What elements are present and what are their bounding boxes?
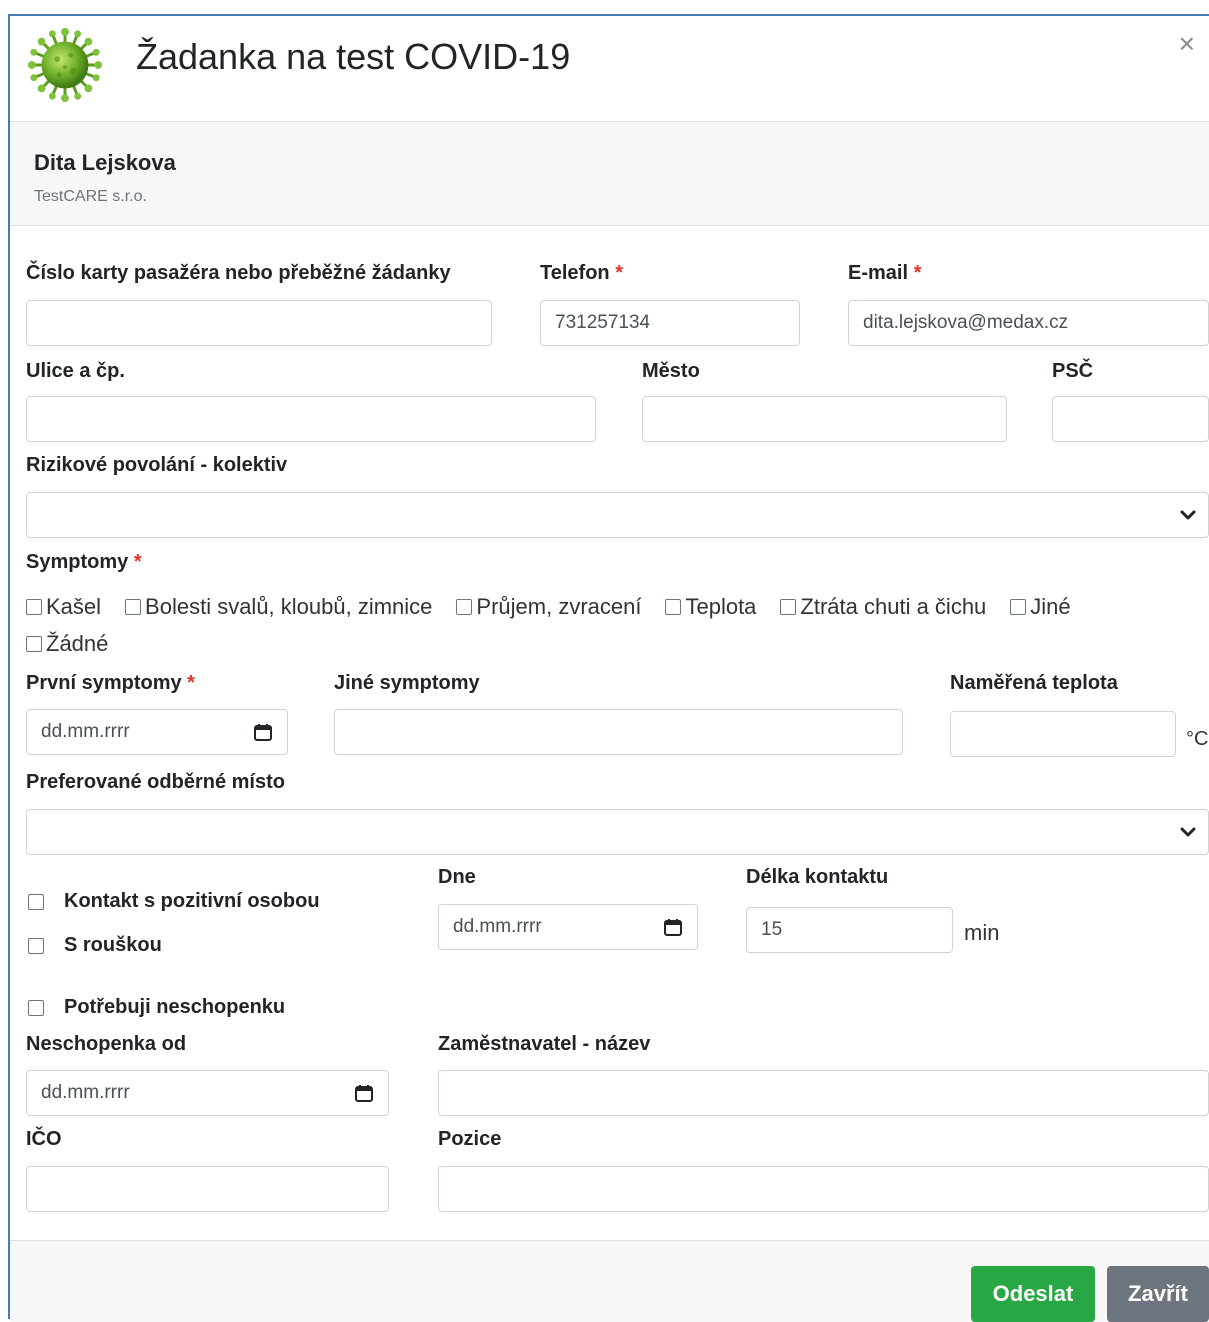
- close-icon[interactable]: ×: [1179, 30, 1195, 58]
- measured-temp-input[interactable]: [950, 711, 1176, 757]
- submit-button[interactable]: Odeslat: [971, 1266, 1095, 1322]
- pref-place-select[interactable]: [26, 809, 1209, 855]
- street-input[interactable]: [26, 396, 596, 442]
- employer-input[interactable]: [438, 1070, 1209, 1116]
- sick-leave-need-row[interactable]: Potřebuji neschopenku: [28, 996, 285, 1019]
- position-input[interactable]: [438, 1166, 1209, 1212]
- phone-label: Telefon *: [540, 262, 623, 284]
- with-mask-row[interactable]: S rouškou: [28, 934, 162, 957]
- email-input[interactable]: [848, 300, 1209, 346]
- contact-length-unit: min: [964, 920, 1000, 945]
- first-symptoms-label: První symptomy *: [26, 672, 195, 694]
- card-number-label: Číslo karty pasažéra nebo přeběžné žádan…: [26, 262, 451, 284]
- other-symptoms-label: Jiné symptomy: [334, 672, 480, 694]
- symptoms-options-row2: Žádné: [26, 631, 132, 657]
- date-placeholder: dd.mm.rrrr: [41, 721, 130, 742]
- card-number-input[interactable]: [26, 300, 492, 346]
- with-mask-label: S rouškou: [64, 934, 162, 956]
- symptoms-label: Symptomy *: [26, 551, 142, 573]
- chevron-down-icon: [1180, 510, 1196, 520]
- pref-place-label: Preferované odběrné místo: [26, 771, 285, 793]
- symptom-checkbox-other[interactable]: Jiné: [1010, 594, 1071, 620]
- city-input[interactable]: [642, 396, 1007, 442]
- patient-name: Dita Lejskova: [34, 150, 176, 175]
- first-symptoms-date[interactable]: dd.mm.rrrr: [26, 709, 288, 755]
- symptom-checkbox-none[interactable]: Žádné: [26, 631, 108, 657]
- patient-company: TestCARE s.r.o.: [34, 188, 147, 205]
- modal-title: Žadanka na test COVID-19: [136, 36, 571, 77]
- symptom-checkbox-diarrhea[interactable]: Průjem, zvracení: [456, 594, 641, 620]
- risk-job-select[interactable]: [26, 492, 1209, 538]
- risk-job-label: Rizikové povolání - kolektiv: [26, 454, 288, 476]
- sick-leave-from-label: Neschopenka od: [26, 1033, 187, 1055]
- virus-icon: [27, 27, 103, 103]
- date-placeholder: dd.mm.rrrr: [41, 1082, 130, 1103]
- zip-label: PSČ: [1052, 360, 1094, 382]
- measured-temp-label: Naměřená teplota: [950, 672, 1118, 694]
- sick-leave-from-date[interactable]: dd.mm.rrrr: [26, 1070, 389, 1116]
- contact-date-input[interactable]: dd.mm.rrrr: [438, 904, 698, 950]
- contact-date-label: Dne: [438, 866, 476, 888]
- phone-input[interactable]: [540, 300, 800, 346]
- ico-label: IČO: [26, 1128, 62, 1150]
- contact-positive-label: Kontakt s pozitivní osobou: [64, 890, 320, 912]
- contact-positive-checkbox[interactable]: [28, 893, 44, 910]
- email-label: E-mail *: [848, 262, 922, 284]
- modal-header: Žadanka na test COVID-19 ×: [10, 16, 1209, 122]
- covid-test-modal: Žadanka na test COVID-19 × Dita Lejskova…: [8, 14, 1209, 1322]
- contact-length-input[interactable]: [746, 907, 953, 953]
- date-placeholder: dd.mm.rrrr: [453, 916, 542, 937]
- contact-length-label: Délka kontaktu: [746, 866, 889, 888]
- position-label: Pozice: [438, 1128, 502, 1150]
- ico-input[interactable]: [26, 1166, 389, 1212]
- contact-positive-row[interactable]: Kontakt s pozitivní osobou: [28, 890, 320, 913]
- calendar-icon[interactable]: [663, 917, 683, 937]
- employer-label: Zaměstnavatel - název: [438, 1033, 651, 1055]
- calendar-icon[interactable]: [354, 1083, 374, 1103]
- symptom-checkbox-taste-smell[interactable]: Ztráta chuti a čichu: [780, 594, 986, 620]
- calendar-icon[interactable]: [253, 722, 273, 742]
- symptoms-options: Kašel Bolesti svalů, kloubů, zimnice Prů…: [26, 594, 1095, 620]
- symptom-checkbox-pain[interactable]: Bolesti svalů, kloubů, zimnice: [125, 594, 432, 620]
- sick-leave-need-label: Potřebuji neschopenku: [64, 996, 286, 1018]
- patient-panel: Dita Lejskova TestCARE s.r.o.: [10, 122, 1209, 226]
- symptom-checkbox-cough[interactable]: Kašel: [26, 594, 101, 620]
- modal-footer: Odeslat Zavřít: [10, 1240, 1209, 1322]
- street-label: Ulice a čp.: [26, 360, 125, 382]
- symptom-checkbox-fever[interactable]: Teplota: [665, 594, 756, 620]
- other-symptoms-input[interactable]: [334, 709, 903, 755]
- city-label: Město: [642, 360, 700, 382]
- sick-leave-need-checkbox[interactable]: [28, 999, 44, 1016]
- chevron-down-icon: [1180, 827, 1196, 837]
- zip-input[interactable]: [1052, 396, 1209, 442]
- close-button[interactable]: Zavřít: [1107, 1266, 1209, 1322]
- with-mask-checkbox[interactable]: [28, 937, 44, 954]
- temp-unit: °C: [1186, 728, 1209, 750]
